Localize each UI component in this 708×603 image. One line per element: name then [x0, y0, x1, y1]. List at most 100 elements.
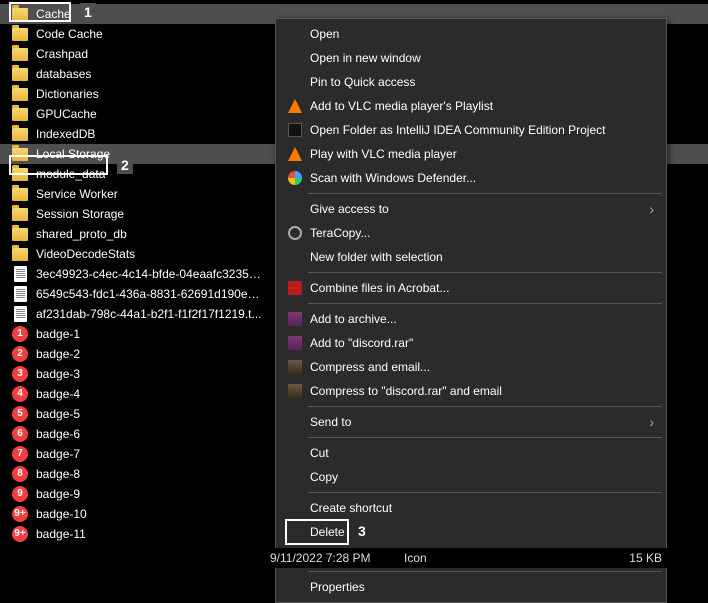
menu-separator — [308, 406, 662, 407]
menu-item-label: New folder with selection — [306, 250, 664, 264]
badge-icon: 1 — [12, 326, 28, 342]
file-name: badge-6 — [36, 427, 80, 441]
menu-item[interactable]: Combine files in Acrobat... — [278, 276, 664, 300]
menu-item-label: Open Folder as IntelliJ IDEA Community E… — [306, 123, 664, 137]
menu-item[interactable]: Add to VLC media player's Playlist — [278, 94, 664, 118]
menu-item-label: Add to "discord.rar" — [306, 336, 664, 350]
file-name: Service Worker — [36, 187, 118, 201]
folder-icon — [12, 126, 28, 142]
file-name: Local Storage — [36, 147, 110, 161]
menu-separator — [308, 303, 662, 304]
menu-item-label: Compress and email... — [306, 360, 664, 374]
badge-icon: 3 — [12, 366, 28, 382]
status-date: 9/11/2022 7:28 PM — [270, 551, 371, 565]
rar2-icon — [284, 360, 306, 374]
rar-icon — [284, 336, 306, 350]
menu-item-label: TeraCopy... — [306, 226, 664, 240]
menu-item[interactable]: Open in new window — [278, 46, 664, 70]
menu-item-label: Pin to Quick access — [306, 75, 664, 89]
menu-item-label: Play with VLC media player — [306, 147, 664, 161]
file-name: badge-7 — [36, 447, 80, 461]
vlc-icon — [284, 147, 306, 161]
badge-icon: 5 — [12, 406, 28, 422]
menu-item[interactable]: Compress and email... — [278, 355, 664, 379]
folder-icon — [12, 206, 28, 222]
menu-item[interactable]: Add to "discord.rar" — [278, 331, 664, 355]
file-name: Cache — [36, 7, 71, 21]
menu-item[interactable]: Open Folder as IntelliJ IDEA Community E… — [278, 118, 664, 142]
file-name: badge-3 — [36, 367, 80, 381]
file-name: databases — [36, 67, 91, 81]
menu-item-label: Cut — [306, 446, 664, 460]
badge-icon: 4 — [12, 386, 28, 402]
menu-item[interactable]: Scan with Windows Defender... — [278, 166, 664, 190]
menu-item[interactable]: Properties — [278, 575, 664, 599]
file-name: 3ec49923-c4ec-4c14-bfde-04eaafc32358.t..… — [36, 267, 266, 281]
annotation-label-3: 3 — [358, 523, 366, 539]
file-name: GPUCache — [36, 107, 97, 121]
file-icon — [12, 266, 28, 282]
file-name: VideoDecodeStats — [36, 247, 135, 261]
menu-item[interactable]: New folder with selection — [278, 245, 664, 269]
file-name: Code Cache — [36, 27, 103, 41]
file-name: Crashpad — [36, 47, 88, 61]
context-menu[interactable]: Open Open in new window Pin to Quick acces… — [275, 18, 667, 603]
intellij-icon — [284, 123, 306, 137]
menu-item[interactable]: Send to› — [278, 410, 664, 434]
menu-item[interactable]: TeraCopy... — [278, 221, 664, 245]
file-name: IndexedDB — [36, 127, 95, 141]
folder-icon — [12, 86, 28, 102]
file-name: 6549c543-fdc1-436a-8831-62691d190e0a.... — [36, 287, 266, 301]
menu-item[interactable]: Give access to› — [278, 197, 664, 221]
menu-separator — [308, 437, 662, 438]
badge-icon: 9+ — [12, 526, 28, 542]
file-icon — [12, 306, 28, 322]
folder-icon — [12, 26, 28, 42]
folder-icon — [12, 186, 28, 202]
menu-item-label: Send to — [306, 415, 664, 429]
menu-item[interactable]: Compress to "discord.rar" and email — [278, 379, 664, 403]
file-name: badge-8 — [36, 467, 80, 481]
menu-item-label: Properties — [306, 580, 664, 594]
file-name: badge-4 — [36, 387, 80, 401]
status-size: 15 KB — [629, 551, 662, 565]
rar2-icon — [284, 384, 306, 398]
menu-item[interactable]: Pin to Quick access — [278, 70, 664, 94]
badge-icon: 8 — [12, 466, 28, 482]
file-icon — [12, 286, 28, 302]
menu-item-label: Give access to — [306, 202, 664, 216]
file-name: Dictionaries — [36, 87, 99, 101]
annotation-label-2: 2 — [117, 156, 133, 174]
menu-item[interactable]: Play with VLC media player — [278, 142, 664, 166]
chevron-right-icon: › — [649, 414, 654, 430]
annotation-label-1: 1 — [80, 3, 96, 21]
menu-item[interactable]: Copy — [278, 465, 664, 489]
menu-item-label: Scan with Windows Defender... — [306, 171, 664, 185]
status-bar: 9/11/2022 7:28 PM Icon 15 KB — [0, 548, 708, 568]
file-name: Session Storage — [36, 207, 124, 221]
acro-icon — [284, 281, 306, 295]
menu-separator — [308, 492, 662, 493]
folder-icon — [12, 226, 28, 242]
menu-item-label: Add to archive... — [306, 312, 664, 326]
folder-icon — [12, 146, 28, 162]
file-name: af231dab-798c-44a1-b2f1-f1f2f17f1219.t..… — [36, 307, 262, 321]
menu-item[interactable]: Cut — [278, 441, 664, 465]
chevron-right-icon: › — [649, 201, 654, 217]
badge-icon: 6 — [12, 426, 28, 442]
menu-separator — [308, 272, 662, 273]
vlc-icon — [284, 99, 306, 113]
defender-icon — [284, 171, 306, 185]
menu-item[interactable]: Create shortcut — [278, 496, 664, 520]
tera-icon — [284, 226, 306, 240]
folder-icon — [12, 6, 28, 22]
menu-item-label: Open in new window — [306, 51, 664, 65]
menu-separator — [308, 193, 662, 194]
menu-item[interactable]: Open — [278, 22, 664, 46]
status-type: Icon — [404, 551, 427, 565]
menu-item[interactable]: Delete — [278, 520, 664, 544]
folder-icon — [12, 106, 28, 122]
menu-item[interactable]: Add to archive... — [278, 307, 664, 331]
file-name: badge-1 — [36, 327, 80, 341]
file-name: shared_proto_db — [36, 227, 127, 241]
